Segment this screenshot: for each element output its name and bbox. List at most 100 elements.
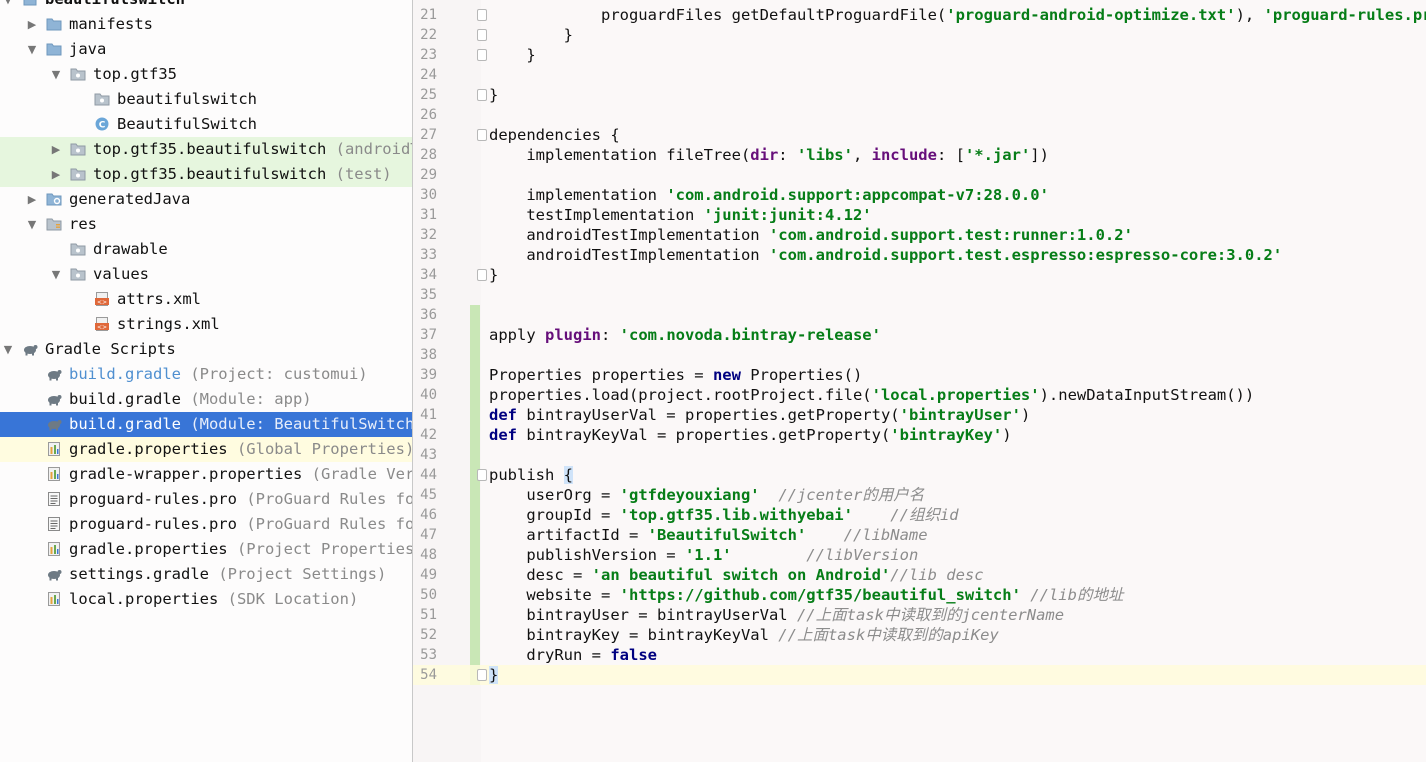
code-line[interactable]: publishVersion = '1.1' //libVersion xyxy=(489,545,918,565)
fold-marker-icon[interactable] xyxy=(477,29,487,41)
code-token: ).newDataInputStream()) xyxy=(1039,386,1255,404)
code-line[interactable]: def bintrayUserVal = properties.getPrope… xyxy=(489,405,1030,425)
tree-item-label: build.gradle xyxy=(69,390,181,408)
code-line[interactable]: bintrayKey = bintrayKeyVal //上面task中读取到的… xyxy=(489,625,998,645)
code-line[interactable]: dependencies { xyxy=(489,125,620,145)
tree-package-top-gtf35[interactable]: ▼ top.gtf35 xyxy=(0,62,412,87)
expand-arrow-down-icon[interactable]: ▼ xyxy=(50,62,62,87)
tree-folder-drawable[interactable]: drawable xyxy=(0,237,412,262)
code-token: } xyxy=(489,266,499,284)
code-line[interactable]: def bintrayKeyVal = properties.getProper… xyxy=(489,425,1012,445)
expand-arrow-down-icon[interactable]: ▼ xyxy=(26,37,38,62)
tree-item-label: settings.gradle xyxy=(69,565,209,583)
tree-item-hint: (Project Properties) xyxy=(227,540,412,558)
code-line[interactable]: } xyxy=(489,85,498,105)
code-line[interactable]: } xyxy=(489,25,573,45)
gradle-icon xyxy=(46,367,62,381)
tree-item-label: local.properties xyxy=(69,590,219,608)
expand-arrow-down-icon[interactable]: ▼ xyxy=(2,0,14,12)
line-number: 24 xyxy=(420,67,437,83)
tree-build-gradle-app[interactable]: build.gradle (Module: app) xyxy=(0,387,412,412)
tree-item-label: proguard-rules.pro xyxy=(69,490,237,508)
package-icon xyxy=(70,167,86,181)
code-line[interactable]: androidTestImplementation 'com.android.s… xyxy=(489,245,1282,265)
code-line[interactable]: groupId = 'top.gtf35.lib.withyebai' //组织… xyxy=(489,505,959,525)
change-marker[interactable] xyxy=(470,465,480,685)
fold-marker-icon[interactable] xyxy=(477,49,487,61)
tree-gradle-wrapper-properties[interactable]: gradle-wrapper.properties (Gradle Versio… xyxy=(0,462,412,487)
tree-item-label: beautifulswitch xyxy=(117,90,257,108)
expand-arrow-down-icon[interactable]: ▼ xyxy=(50,262,62,287)
code-token: } xyxy=(489,86,499,104)
tree-gradle-properties-project[interactable]: gradle.properties (Project Properties) xyxy=(0,537,412,562)
tree-item-hint: (Module: app) xyxy=(180,390,312,408)
fold-marker-icon[interactable] xyxy=(477,9,487,21)
fold-marker-icon[interactable] xyxy=(477,269,487,281)
expand-arrow-down-icon[interactable]: ▼ xyxy=(26,212,38,237)
tree-folder-java[interactable]: ▼ java xyxy=(0,37,412,62)
code-line[interactable]: apply plugin: 'com.novoda.bintray-releas… xyxy=(489,325,881,345)
code-line[interactable]: } xyxy=(489,45,535,65)
code-token: //组织id xyxy=(890,506,959,524)
tree-gradle-properties-global[interactable]: gradle.properties (Global Properties) xyxy=(0,437,412,462)
code-line[interactable]: implementation 'com.android.support:appc… xyxy=(489,185,1049,205)
fold-marker-icon[interactable] xyxy=(477,129,487,141)
folder-icon xyxy=(46,17,62,31)
code-line[interactable]: desc = 'an beautiful switch on Android'/… xyxy=(489,565,984,585)
line-number: 33 xyxy=(420,247,437,263)
tree-package-androidtest[interactable]: ▶ top.gtf35.beautifulswitch (androidTest) xyxy=(0,137,412,162)
expand-arrow-right-icon[interactable]: ▶ xyxy=(50,137,62,162)
code-token: //lib desc xyxy=(890,566,984,584)
expand-arrow-right-icon[interactable]: ▶ xyxy=(50,162,62,187)
code-line[interactable]: } xyxy=(489,265,498,285)
line-number: 40 xyxy=(420,387,437,403)
tree-folder-values[interactable]: ▼ values xyxy=(0,262,412,287)
code-line[interactable]: androidTestImplementation 'com.android.s… xyxy=(489,225,1133,245)
code-line[interactable]: proguardFiles getDefaultProguardFile('pr… xyxy=(489,5,1426,25)
change-marker[interactable] xyxy=(470,305,480,465)
expand-arrow-right-icon[interactable]: ▶ xyxy=(26,187,38,212)
code-token: plugin xyxy=(545,326,601,344)
tree-settings-gradle[interactable]: settings.gradle (Project Settings) xyxy=(0,562,412,587)
code-line[interactable]: implementation fileTree(dir: 'libs', inc… xyxy=(489,145,1049,165)
line-number: 44 xyxy=(420,467,437,483)
code-line[interactable]: testImplementation 'junit:junit:4.12' xyxy=(489,205,871,225)
code-line[interactable]: dryRun = false xyxy=(489,645,657,665)
tree-proguard-rules-1[interactable]: proguard-rules.pro (ProGuard Rules for xyxy=(0,487,412,512)
tree-file-strings-xml[interactable]: <> strings.xml xyxy=(0,312,412,337)
tree-folder-res[interactable]: ▼ res xyxy=(0,212,412,237)
code-line[interactable]: } xyxy=(489,665,499,685)
tree-file-attrs-xml[interactable]: <> attrs.xml xyxy=(0,287,412,312)
code-line[interactable]: website = 'https://github.com/gtf35/beau… xyxy=(489,585,1123,605)
code-token: 'proguard-android-optimize.txt' xyxy=(946,6,1236,24)
fold-marker-icon[interactable] xyxy=(477,669,487,681)
tree-folder-manifests[interactable]: ▶ manifests xyxy=(0,12,412,37)
tree-proguard-rules-2[interactable]: proguard-rules.pro (ProGuard Rules for xyxy=(0,512,412,537)
code-line[interactable]: artifactId = 'BeautifulSwitch' //libName xyxy=(489,525,927,545)
code-line[interactable]: Properties properties = new Properties() xyxy=(489,365,862,385)
tree-local-properties[interactable]: local.properties (SDK Location) xyxy=(0,587,412,612)
tree-gradle-scripts[interactable]: ▼ Gradle Scripts xyxy=(0,337,412,362)
expand-arrow-right-icon[interactable]: ▶ xyxy=(26,12,38,37)
code-token: : xyxy=(778,146,797,164)
tree-project-root[interactable]: ▼ beautifulswitch xyxy=(0,0,412,12)
code-line[interactable]: userOrg = 'gtfdeyouxiang' //jcenter的用户名 xyxy=(489,485,924,505)
text-file-icon xyxy=(46,517,62,531)
fold-marker-icon[interactable] xyxy=(477,469,487,481)
tree-class-beautifulswitch[interactable]: C BeautifulSwitch xyxy=(0,112,412,137)
fold-marker-icon[interactable] xyxy=(477,89,487,101)
line-number: 22 xyxy=(420,27,437,43)
package-icon xyxy=(94,92,110,106)
code-token: //lib的地址 xyxy=(1030,586,1124,604)
tree-build-gradle-project[interactable]: build.gradle (Project: customui) xyxy=(0,362,412,387)
tree-package-beautifulswitch[interactable]: beautifulswitch xyxy=(0,87,412,112)
svg-text:<>: <> xyxy=(97,324,107,331)
code-line[interactable]: publish { xyxy=(489,465,573,485)
tree-folder-generatedjava[interactable]: ▶ generatedJava xyxy=(0,187,412,212)
code-line[interactable]: properties.load(project.rootProject.file… xyxy=(489,385,1254,405)
code-line[interactable]: bintrayUser = bintrayUserVal //上面task中读取… xyxy=(489,605,1064,625)
tree-package-test[interactable]: ▶ top.gtf35.beautifulswitch (test) xyxy=(0,162,412,187)
expand-arrow-down-icon[interactable]: ▼ xyxy=(2,337,14,362)
tree-build-gradle-module[interactable]: build.gradle (Module: BeautifulSwitch) xyxy=(0,412,412,437)
